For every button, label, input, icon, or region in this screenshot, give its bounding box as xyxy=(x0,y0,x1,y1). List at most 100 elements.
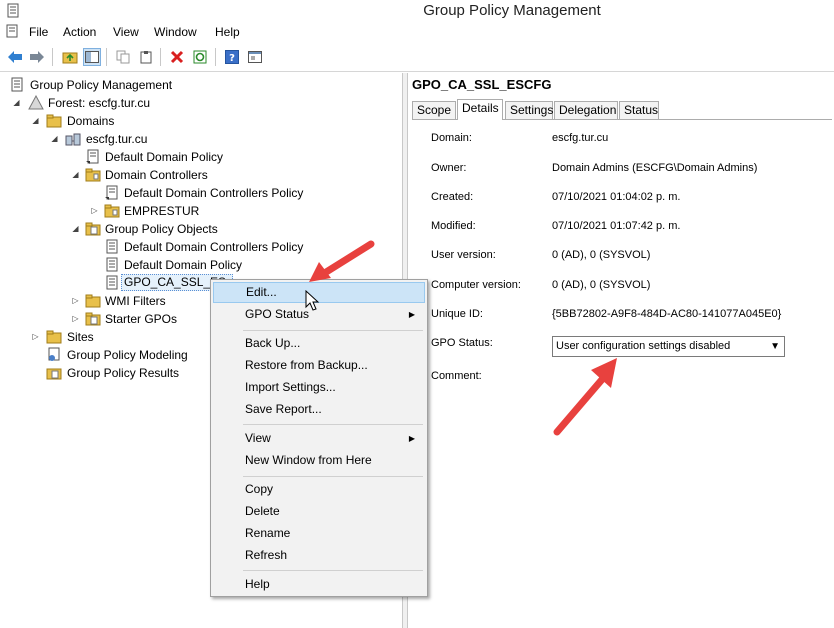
toolbar-separator xyxy=(52,48,53,66)
context-menu: Edit... GPO Status ▶ Back Up... Restore … xyxy=(210,279,428,597)
menu-separator xyxy=(243,330,423,331)
tree-label: Domain Controllers xyxy=(105,168,208,182)
tree-item-default-domain-policy-link[interactable]: Default Domain Policy xyxy=(0,148,400,166)
tree-item-forest[interactable]: ◢ Forest: escfg.tur.cu xyxy=(0,94,400,112)
menu-action[interactable]: Action xyxy=(63,25,96,39)
menu-window[interactable]: Window xyxy=(154,25,197,39)
tab-details[interactable]: Details xyxy=(457,99,503,120)
tree-label: EMPRESTUR xyxy=(124,204,200,218)
tab-settings[interactable]: Settings xyxy=(505,101,553,119)
domains-folder-icon xyxy=(46,114,62,128)
ou-folder-icon xyxy=(85,168,101,182)
computer-version-label: Computer version: xyxy=(431,279,521,291)
tree-label: Starter GPOs xyxy=(105,312,178,326)
domain-icon xyxy=(65,133,81,146)
tree-item-group-policy-objects[interactable]: ◢ Group Policy Objects xyxy=(0,220,400,238)
tree-label: escfg.tur.cu xyxy=(86,132,148,146)
toolbar-separator xyxy=(215,48,216,66)
menu-item-label: View xyxy=(245,431,271,445)
results-icon xyxy=(46,368,62,380)
menu-item-save-report[interactable]: Save Report... xyxy=(213,399,425,420)
menu-bar: File Action View Window Help xyxy=(0,22,834,42)
user-version-value: 0 (AD), 0 (SYSVOL) xyxy=(552,249,651,261)
tree-label: Domains xyxy=(67,114,115,128)
menu-help[interactable]: Help xyxy=(215,25,240,39)
modified-label: Modified: xyxy=(431,220,476,232)
collapse-icon[interactable]: ◢ xyxy=(71,170,80,179)
system-menu-icon[interactable] xyxy=(6,24,20,39)
tree-label: Default Domain Controllers Policy xyxy=(124,240,304,254)
menu-item-refresh[interactable]: Refresh xyxy=(213,545,425,566)
paste-icon[interactable] xyxy=(137,48,155,66)
up-folder-icon[interactable] xyxy=(61,48,79,66)
menu-item-view[interactable]: View ▶ xyxy=(213,428,425,449)
annotation-arrow-status-icon xyxy=(553,358,617,436)
tab-delegation[interactable]: Delegation xyxy=(554,101,618,119)
expand-icon[interactable]: ▷ xyxy=(31,332,40,341)
modified-value: 07/10/2021 01:07:42 p. m. xyxy=(552,220,681,232)
menu-item-import[interactable]: Import Settings... xyxy=(213,377,425,398)
menu-file[interactable]: File xyxy=(29,25,48,39)
menu-item-delete[interactable]: Delete xyxy=(213,501,425,522)
collapse-icon[interactable]: ◢ xyxy=(50,134,59,143)
expand-icon[interactable]: ▷ xyxy=(71,314,80,323)
tree-label: Default Domain Policy xyxy=(124,258,243,272)
menu-item-help[interactable]: Help xyxy=(213,574,425,595)
svg-text:?: ? xyxy=(229,53,235,64)
tab-status[interactable]: Status xyxy=(619,101,659,119)
toolbar-separator xyxy=(160,48,161,66)
tree-label: Group Policy Objects xyxy=(105,222,218,236)
collapse-icon[interactable]: ◢ xyxy=(31,116,40,125)
created-label: Created: xyxy=(431,191,474,203)
tree-label: Forest: escfg.tur.cu xyxy=(48,96,151,110)
created-value: 07/10/2021 01:04:02 p. m. xyxy=(552,191,681,203)
gpo-icon xyxy=(106,275,118,290)
tree-item-ddcp-link[interactable]: Default Domain Controllers Policy xyxy=(0,184,400,202)
comment-label: Comment: xyxy=(431,370,482,382)
user-version-label: User version: xyxy=(431,249,496,261)
menu-item-label: GPO Status xyxy=(245,307,310,321)
collapse-icon[interactable]: ◢ xyxy=(12,98,21,107)
properties-icon[interactable] xyxy=(246,48,264,66)
tree-item-domains[interactable]: ◢ Domains xyxy=(0,112,400,130)
menu-item-new-window[interactable]: New Window from Here xyxy=(213,450,425,471)
refresh-icon[interactable] xyxy=(191,48,209,66)
tree-item-root[interactable]: Group Policy Management xyxy=(0,76,400,94)
tree-label: Sites xyxy=(67,330,94,344)
domain-value: escfg.tur.cu xyxy=(552,132,609,144)
tree-label: Default Domain Policy xyxy=(105,150,224,164)
gpo-icon xyxy=(106,239,118,254)
unique-id-label: Unique ID: xyxy=(431,308,483,320)
sites-icon xyxy=(46,330,62,344)
forest-icon xyxy=(28,95,44,110)
collapse-icon[interactable]: ◢ xyxy=(71,224,80,233)
tree-item-domain[interactable]: ◢ escfg.tur.cu xyxy=(0,130,400,148)
modeling-icon xyxy=(48,347,60,361)
chevron-down-icon: ▼ xyxy=(770,341,780,352)
tree-item-domain-controllers[interactable]: ◢ Domain Controllers xyxy=(0,166,400,184)
menu-item-copy[interactable]: Copy xyxy=(213,479,425,500)
expand-icon[interactable]: ▷ xyxy=(71,296,80,305)
details-pane: GPO_CA_SSL_ESCFG Scope Details Settings … xyxy=(408,73,834,628)
gpo-status-label: GPO Status: xyxy=(431,337,493,349)
tree-label: Default Domain Controllers Policy xyxy=(124,186,304,200)
menu-item-rename[interactable]: Rename xyxy=(213,523,425,544)
tab-scope[interactable]: Scope xyxy=(412,101,456,119)
submenu-arrow-icon: ▶ xyxy=(408,434,415,443)
menu-item-restore[interactable]: Restore from Backup... xyxy=(213,355,425,376)
copy-icon[interactable] xyxy=(114,48,132,66)
gpo-status-value: User configuration settings disabled xyxy=(556,340,731,352)
menu-view[interactable]: View xyxy=(113,25,139,39)
back-arrow-icon[interactable] xyxy=(6,48,24,66)
gpo-link-icon xyxy=(86,149,99,164)
tree-item-emprestur[interactable]: ▷ EMPRESTUR xyxy=(0,202,400,220)
gpo-title: GPO_CA_SSL_ESCFG xyxy=(412,77,552,92)
menu-item-backup[interactable]: Back Up... xyxy=(213,333,425,354)
toolbar: ? xyxy=(0,42,834,72)
help-icon[interactable]: ? xyxy=(223,48,241,66)
menu-separator xyxy=(243,570,423,571)
forward-arrow-icon[interactable] xyxy=(28,48,46,66)
show-hide-tree-icon[interactable] xyxy=(83,48,101,66)
delete-icon[interactable] xyxy=(168,48,186,66)
expand-icon[interactable]: ▷ xyxy=(90,206,99,215)
